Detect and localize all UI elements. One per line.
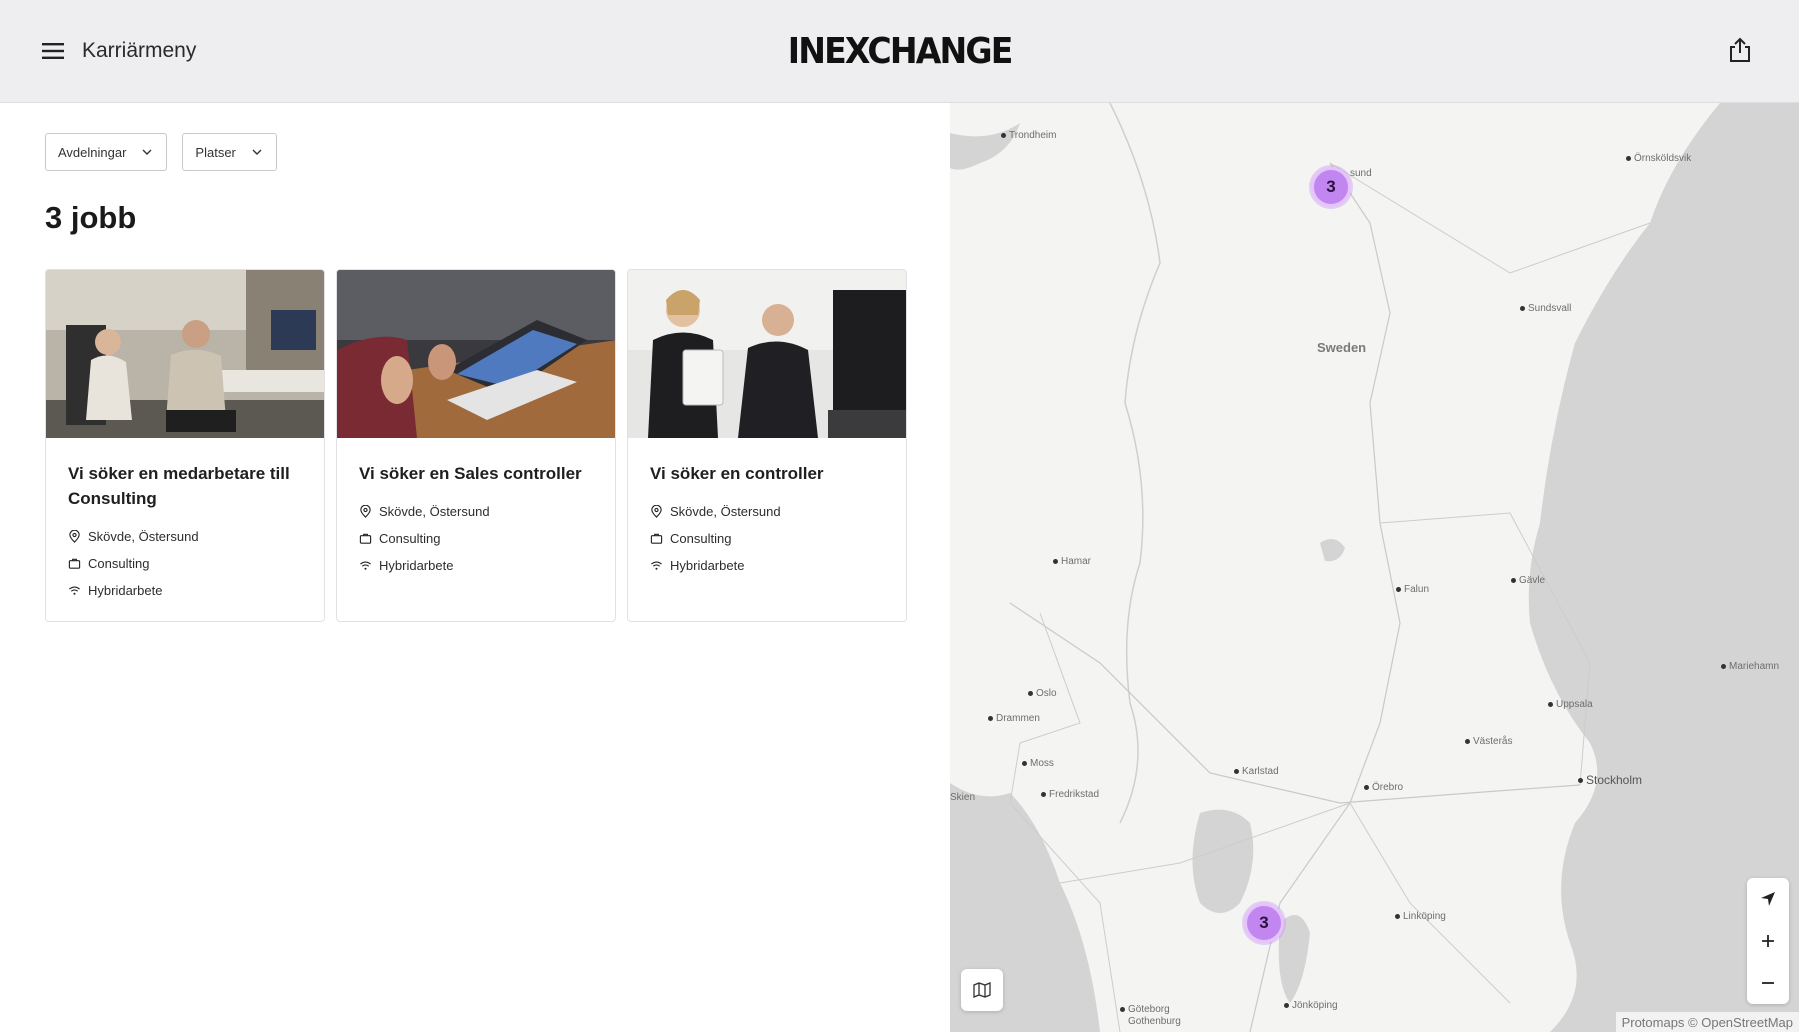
job-department: Consulting [68,550,302,577]
map-city-label: Fredrikstad [1041,789,1099,800]
navigation-arrow-icon [1761,892,1775,906]
job-photo [46,270,324,438]
map-city-label: Sundsvall [1520,303,1571,314]
plus-icon [1762,935,1774,947]
map-city-label: Stockholm [1578,773,1642,787]
chevron-down-icon [252,149,262,155]
job-list-panel: Avdelningar Platser 3 jobb Vi söker en m… [0,103,950,1032]
company-logo[interactable]: INEXCHANGE [788,28,1014,74]
hamburger-icon [42,43,64,59]
job-card[interactable]: Vi söker en medarbetare till Consulting … [45,269,325,622]
job-workplace: Hybridarbete [650,552,884,579]
share-icon [1730,37,1750,62]
job-photo [337,270,615,438]
job-title[interactable]: Vi söker en controller [650,461,884,486]
map-city-label: Mariehamn [1721,661,1779,672]
job-card[interactable]: Vi söker en controller Skövde, Östersund… [627,269,907,622]
wifi-icon [360,561,371,570]
job-location-text: Skövde, Östersund [670,504,781,519]
map-city-label: Örebro [1364,782,1403,793]
map-city-label: Jönköping [1284,1000,1338,1011]
job-department: Consulting [650,525,884,552]
job-location: Skövde, Östersund [68,523,302,550]
map-city-label: Falun [1396,584,1429,595]
site-header: Karriärmeny INEXCHANGE [0,0,1799,103]
job-department: Consulting [359,525,593,552]
chevron-down-icon [142,149,152,155]
job-workplace-text: Hybridarbete [379,558,454,573]
briefcase-icon [68,558,81,569]
briefcase-icon [359,533,372,544]
map-icon [973,982,991,998]
map-city-label: Gothenburg [1128,1016,1181,1027]
job-count-heading: 3 jobb [45,200,137,235]
map-cluster-marker[interactable]: 3 [1311,167,1351,207]
map-city-label: Drammen [988,713,1040,724]
map-city-label: Moss [1022,758,1054,769]
location-pin-icon [651,505,662,518]
zoom-out-button[interactable] [1747,962,1789,1004]
job-location-text: Skövde, Östersund [379,504,490,519]
locate-button[interactable] [1747,878,1789,920]
map-city-label: Västerås [1465,736,1512,747]
job-location: Skövde, Östersund [650,498,884,525]
job-title[interactable]: Vi söker en Sales controller [359,461,593,486]
job-card[interactable]: Vi söker en Sales controller Skövde, Öst… [336,269,616,622]
map-city-label: Örnsköldsvik [1626,153,1691,164]
map-city-label: sund [1350,168,1372,179]
map-attribution[interactable]: Protomaps © OpenStreetMap [1615,1012,1799,1032]
departments-filter-label: Avdelningar [58,144,127,160]
departments-filter[interactable]: Avdelningar [45,133,168,171]
map-city-label: Gävle [1511,575,1545,586]
map-city-label: Göteborg [1120,1004,1170,1015]
job-workplace: Hybridarbete [68,577,302,604]
map-city-label: Hamar [1053,556,1091,567]
map-controls [1747,878,1789,1004]
wifi-icon [651,561,662,570]
filter-bar: Avdelningar Platser [45,133,277,171]
career-menu-button[interactable]: Karriärmeny [42,33,196,69]
location-pin-icon [360,505,371,518]
job-workplace-text: Hybridarbete [670,558,745,573]
career-menu-label: Karriärmeny [82,39,197,62]
logo-text: INEXCHANGE [788,30,1014,72]
map-city-label: Trondheim [1001,130,1056,141]
minus-icon [1762,982,1774,984]
zoom-in-button[interactable] [1747,920,1789,962]
map-cluster-marker[interactable]: 3 [1244,903,1284,943]
job-workplace: Hybridarbete [359,552,593,579]
job-map[interactable]: Sweden Trondheim Örnsköldsvik sund Sunds… [950,103,1799,1032]
job-cards: Vi söker en medarbetare till Consulting … [45,269,907,622]
map-city-label: Oslo [1028,688,1057,699]
job-photo [628,270,906,438]
map-base [950,103,1799,1032]
job-workplace-text: Hybridarbete [88,583,163,598]
job-department-text: Consulting [670,531,732,546]
job-department-text: Consulting [379,531,441,546]
job-location: Skövde, Östersund [359,498,593,525]
map-city-label: Linköping [1395,911,1446,922]
map-city-label: Skien [950,792,976,803]
wifi-icon [69,586,80,595]
briefcase-icon [650,533,663,544]
job-location-text: Skövde, Östersund [88,529,199,544]
map-country-label: Sweden [1317,340,1367,355]
map-city-label: Uppsala [1548,699,1593,710]
map-city-label: Karlstad [1234,766,1279,777]
location-pin-icon [69,530,80,543]
job-title[interactable]: Vi söker en medarbetare till Consulting [68,461,302,511]
locations-filter[interactable]: Platser [182,133,277,171]
share-button[interactable] [1724,32,1756,68]
job-department-text: Consulting [88,556,150,571]
locations-filter-label: Platser [195,144,236,160]
map-style-button[interactable] [961,969,1003,1011]
